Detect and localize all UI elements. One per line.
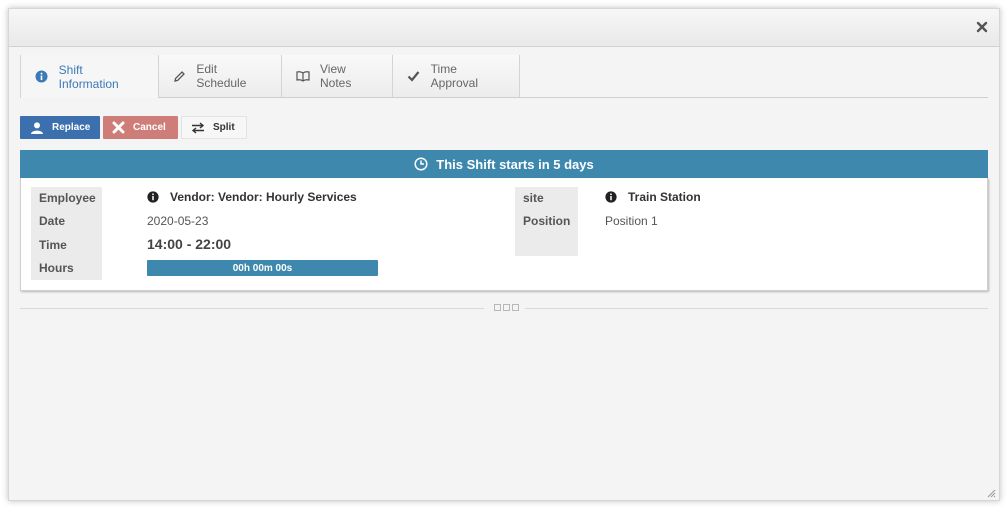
info-icon	[35, 70, 49, 84]
user-icon	[30, 121, 44, 134]
split-button[interactable]: Split	[181, 116, 247, 139]
site-name: Train Station	[628, 190, 701, 204]
site-value: Train Station	[605, 190, 701, 204]
book-icon	[296, 69, 310, 83]
close-icon[interactable]	[975, 20, 989, 34]
pencil-icon	[173, 69, 186, 83]
splitter-line-left	[20, 308, 484, 309]
employee-label: Employee	[39, 191, 96, 205]
shift-dialog: Shift Information Edit Schedule View Not…	[8, 8, 1000, 501]
cancel-label: Cancel	[133, 122, 166, 133]
replace-button[interactable]: Replace	[20, 116, 100, 139]
action-toolbar: Replace Cancel Split	[20, 116, 247, 139]
site-label: site	[523, 191, 544, 205]
cancel-button[interactable]: Cancel	[103, 116, 178, 139]
hours-label: Hours	[39, 261, 74, 275]
resize-grip-icon[interactable]	[986, 487, 996, 498]
time-value: 14:00 - 22:00	[147, 236, 232, 252]
date-label: Date	[39, 214, 66, 228]
position-label: Position	[523, 214, 571, 228]
tab-edit-schedule[interactable]: Edit Schedule	[159, 55, 282, 97]
shift-start-banner: This Shift starts in 5 days	[20, 150, 988, 178]
date-value: 2020-05-23	[147, 214, 209, 228]
tab-label: Shift Information	[58, 62, 119, 91]
tab-label: Edit Schedule	[196, 62, 247, 90]
banner-text: This Shift starts in 5 days	[436, 156, 594, 172]
hours-progress-bar: 00h 00m 00s	[147, 260, 378, 276]
tab-label: Time Approval	[430, 62, 479, 90]
tab-shift-information[interactable]: Shift Information	[20, 55, 159, 98]
tab-bar: Shift Information Edit Schedule View Not…	[20, 55, 988, 98]
replace-label: Replace	[52, 122, 91, 133]
splitter-handle[interactable]	[491, 304, 521, 312]
split-label: Split	[213, 122, 235, 133]
check-icon	[407, 69, 421, 83]
tab-view-notes[interactable]: View Notes	[282, 55, 393, 97]
dialog-titlebar	[9, 9, 999, 47]
info-icon[interactable]	[147, 191, 159, 203]
close-icon	[112, 121, 125, 134]
splitter-line-right	[525, 308, 988, 309]
employee-value: Vendor: Vendor: Hourly Services	[147, 190, 357, 204]
clock-icon	[414, 157, 428, 171]
position-value: Position 1	[605, 214, 658, 228]
info-icon[interactable]	[605, 191, 617, 203]
tab-label: View Notes	[320, 62, 352, 90]
employee-name: Vendor: Vendor: Hourly Services	[170, 190, 357, 204]
shift-details-panel: Employee Vendor: Vendor: Hourly Services…	[20, 178, 988, 291]
splitter[interactable]	[20, 304, 988, 311]
exchange-icon	[191, 121, 205, 134]
time-label: Time	[39, 238, 67, 252]
tab-time-approval[interactable]: Time Approval	[393, 55, 520, 97]
